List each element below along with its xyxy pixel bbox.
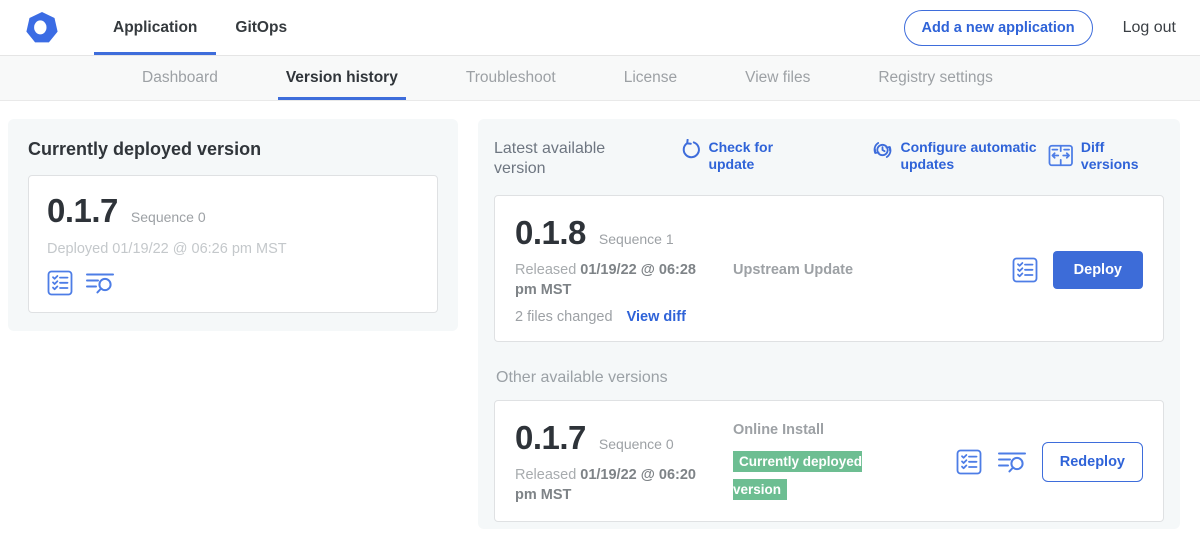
- subnav-item-license[interactable]: License: [624, 56, 677, 100]
- deploy-logs-button[interactable]: [85, 270, 115, 296]
- app-subnav: Dashboard Version history Troubleshoot L…: [0, 56, 1200, 101]
- top-navbar: Application GitOps Add a new application…: [0, 0, 1200, 56]
- add-new-application-button[interactable]: Add a new application: [904, 10, 1093, 46]
- preflight-checklist-button[interactable]: [47, 270, 73, 296]
- latest-released-timestamp: Released01/19/22 @ 06:28 pm MST: [515, 261, 703, 300]
- deployed-sequence-label: Sequence 0: [131, 209, 206, 225]
- other-preflight-checklist-button[interactable]: [956, 449, 982, 475]
- main-content: Currently deployed version 0.1.7 Sequenc…: [0, 101, 1200, 529]
- deploy-button[interactable]: Deploy: [1053, 251, 1143, 289]
- logs-search-icon: [997, 449, 1027, 475]
- currently-deployed-title: Currently deployed version: [28, 139, 438, 160]
- logout-button[interactable]: Log out: [1123, 19, 1176, 37]
- logs-search-icon: [85, 270, 115, 296]
- other-deploy-logs-button[interactable]: [997, 449, 1027, 475]
- check-for-update-link[interactable]: Check for update: [681, 139, 780, 173]
- currently-deployed-panel: Currently deployed version 0.1.7 Sequenc…: [8, 119, 458, 331]
- checklist-icon: [956, 449, 982, 475]
- subnav-item-troubleshoot[interactable]: Troubleshoot: [466, 56, 556, 100]
- checklist-icon: [47, 270, 73, 296]
- refresh-icon: [681, 139, 701, 160]
- view-diff-link[interactable]: View diff: [627, 309, 686, 325]
- latest-source-label: Upstream Update: [733, 262, 853, 278]
- latest-version-card: 0.1.8 Sequence 1 Released01/19/22 @ 06:2…: [494, 195, 1164, 342]
- scheduled-update-icon: [872, 139, 893, 161]
- tab-application[interactable]: Application: [94, 0, 216, 55]
- currently-deployed-badge: Currently deployed version: [733, 451, 862, 500]
- deployed-version-number: 0.1.7: [47, 192, 118, 230]
- subnav-item-version-history[interactable]: Version history: [286, 56, 398, 100]
- topbar-right: Add a new application Log out: [904, 0, 1176, 55]
- checklist-icon: [1012, 257, 1038, 283]
- diff-versions-link[interactable]: Diff versions: [1048, 139, 1164, 173]
- latest-sequence-label: Sequence 1: [599, 231, 674, 247]
- subnav-item-registry-settings[interactable]: Registry settings: [878, 56, 993, 100]
- latest-available-title: Latest available version: [494, 139, 623, 179]
- deployed-timestamp: Deployed 01/19/22 @ 06:26 pm MST: [47, 241, 419, 257]
- other-sequence-label: Sequence 0: [599, 436, 674, 452]
- diff-icon: [1048, 144, 1073, 167]
- other-source-label: Online Install: [733, 422, 824, 438]
- deployed-version-card: 0.1.7 Sequence 0 Deployed 01/19/22 @ 06:…: [28, 175, 438, 313]
- other-version-number: 0.1.7: [515, 419, 586, 457]
- app-logo[interactable]: [24, 0, 60, 55]
- other-available-versions-heading: Other available versions: [496, 369, 1164, 387]
- latest-version-number: 0.1.8: [515, 214, 586, 252]
- subnav-item-dashboard[interactable]: Dashboard: [142, 56, 218, 100]
- available-versions-panel: Latest available version Check for updat…: [478, 119, 1180, 529]
- configure-automatic-updates-link[interactable]: Configure automatic updates: [872, 139, 1048, 173]
- files-changed-label: 2 files changed: [515, 309, 613, 325]
- redeploy-button[interactable]: Redeploy: [1042, 442, 1143, 482]
- other-released-timestamp: Released01/19/22 @ 06:20 pm MST: [515, 466, 703, 505]
- top-tabs: Application GitOps: [94, 0, 306, 55]
- kots-logo-icon: [24, 10, 60, 46]
- tab-gitops[interactable]: GitOps: [216, 0, 306, 55]
- latest-preflight-checklist-button[interactable]: [1012, 257, 1038, 283]
- other-version-card: 0.1.7 Sequence 0 Released01/19/22 @ 06:2…: [494, 400, 1164, 522]
- subnav-item-view-files[interactable]: View files: [745, 56, 810, 100]
